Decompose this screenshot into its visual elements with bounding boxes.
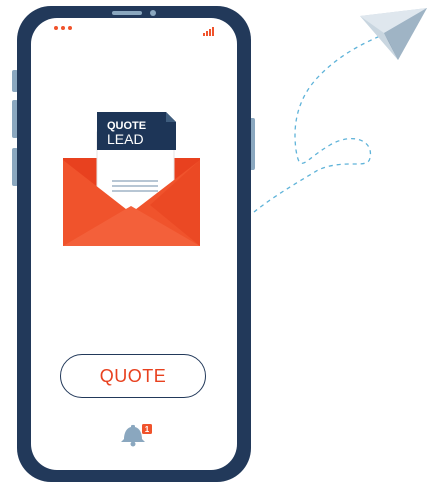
flight-path [253,35,381,213]
speaker-slot [112,11,142,15]
paper-plane-icon [360,8,427,60]
document-label-line2: LEAD [107,131,144,147]
illustration-canvas: QUOTE LEAD 1 [12,6,427,482]
quote-button[interactable]: QUOTE [60,354,206,398]
phone-illustration: QUOTE LEAD 1 QUOTE [0,0,433,487]
more-dots-icon [54,26,72,30]
front-camera [150,10,156,16]
notification-count: 1 [145,425,150,434]
